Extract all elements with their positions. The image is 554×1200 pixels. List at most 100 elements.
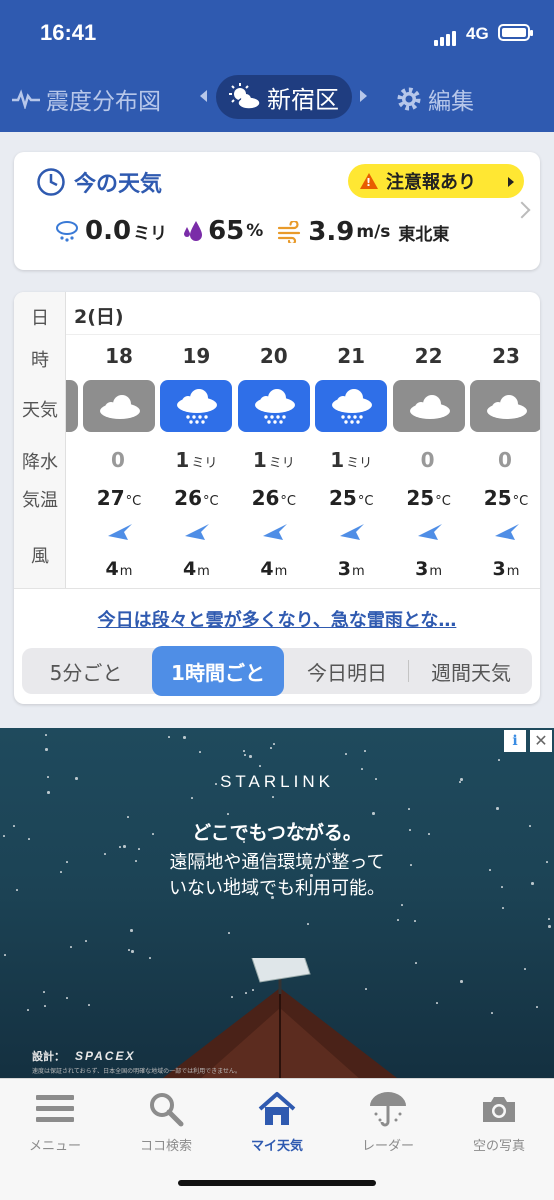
star — [307, 923, 309, 925]
star — [496, 807, 499, 810]
edit-label: 編集 — [428, 89, 474, 115]
seismic-map-label: 震度分布図 — [46, 89, 161, 115]
tab-today-tomorrow[interactable]: 今日明日 — [286, 648, 408, 694]
tab-5min[interactable]: 5分ごと — [22, 648, 150, 694]
star — [128, 949, 130, 951]
hourly-forecast-card: 日 時 天気 降水 気温 風 2(日) 18 0 27°C 4m 19 1 ミリ 26°C 4m… — [14, 292, 540, 704]
label-day: 日 — [31, 308, 49, 329]
wind-arrow-icon — [183, 520, 211, 546]
star — [4, 954, 6, 956]
star — [27, 1009, 29, 1011]
precip-value: 1 ミリ — [330, 448, 373, 472]
current-weather-card[interactable]: 今の天気 注意報あり 0.0ミリ 65% — [14, 152, 540, 270]
star — [460, 980, 463, 983]
wind-speed: 3m — [492, 558, 520, 580]
hour-label: 22 — [414, 344, 443, 368]
temp-value: 25°C — [483, 486, 529, 510]
seismic-map-button[interactable]: 震度分布図 — [12, 82, 161, 116]
battery-icon — [498, 24, 533, 41]
home-indicator — [178, 1180, 376, 1186]
tab-menu[interactable]: メニュー — [0, 1087, 110, 1154]
rain-icon — [160, 380, 233, 432]
droplets-icon — [184, 221, 203, 241]
wind-speed: 4m — [260, 558, 288, 580]
star — [491, 1012, 493, 1014]
ad-headline: どこでもつながる。 — [192, 822, 362, 844]
star — [123, 845, 126, 848]
star — [536, 1006, 538, 1008]
star — [273, 743, 275, 745]
precip-value: 0 — [420, 448, 435, 472]
location-selector[interactable]: 新宿区 — [216, 75, 352, 119]
label-hour: 時 — [31, 350, 49, 371]
alert-badge[interactable]: 注意報あり — [348, 164, 524, 198]
location-name: 新宿区 — [267, 85, 339, 114]
wind-arrow-icon — [106, 520, 134, 546]
tab-sky-photo[interactable]: 空の写真 — [444, 1087, 554, 1154]
star — [66, 997, 68, 999]
rain-cloud-icon — [56, 221, 78, 242]
star — [228, 932, 230, 934]
ad-info-icon[interactable]: i — [504, 730, 526, 752]
caret-right-icon — [508, 177, 514, 187]
edit-button[interactable]: 編集 — [396, 82, 474, 116]
tab-search[interactable]: ココ検索 — [111, 1087, 221, 1154]
search-icon — [111, 1087, 221, 1131]
hour-label: 23 — [492, 344, 520, 368]
star — [45, 748, 48, 751]
starlink-ad[interactable]: i ✕ STARLINK どこでもつながる。 遠隔地や通信環境が整って いない地… — [0, 728, 554, 1078]
roof-dish-image — [163, 958, 397, 1078]
clock-icon — [37, 168, 65, 196]
star — [227, 813, 229, 815]
alert-label: 注意報あり — [386, 172, 476, 193]
warning-icon — [360, 173, 378, 189]
wind-arrow-icon — [261, 520, 289, 546]
cloud-tile-partial — [66, 380, 78, 432]
star — [168, 736, 170, 738]
tab-weekly[interactable]: 週間天気 — [410, 648, 532, 694]
precip-value: 1 ミリ — [175, 448, 218, 472]
star — [130, 929, 133, 932]
current-weather-title: 今の天気 — [36, 166, 162, 198]
prev-location-icon[interactable] — [200, 90, 207, 102]
star — [408, 808, 410, 810]
star — [502, 907, 504, 909]
star — [243, 750, 245, 752]
precip-value: 0 — [498, 448, 512, 472]
precip-value: 0 — [111, 448, 125, 472]
network-label: 4G — [466, 24, 489, 43]
home-icon — [222, 1087, 332, 1131]
wind-stat: 3.9 m/s 東北東 — [277, 217, 449, 247]
temp-value: 26°C — [251, 486, 296, 510]
star — [43, 991, 45, 993]
star — [415, 962, 417, 964]
temp-value: 25°C — [406, 486, 451, 510]
star — [259, 765, 261, 767]
wind-icon — [278, 221, 301, 243]
ad-close-icon[interactable]: ✕ — [530, 730, 552, 752]
hour-label: 21 — [337, 344, 366, 368]
tab-radar[interactable]: レーダー — [333, 1087, 443, 1154]
star — [524, 968, 526, 970]
wind-speed: 4m — [182, 558, 210, 580]
star — [191, 797, 193, 799]
temp-value: 25°C — [328, 486, 374, 510]
star — [345, 753, 347, 755]
gear-icon — [397, 87, 421, 111]
star — [548, 918, 550, 920]
label-wind: 風 — [31, 546, 49, 567]
star — [436, 1002, 438, 1004]
pulse-icon — [12, 89, 40, 109]
interval-segmented-control: 5分ごと 1時間ごと 今日明日 週間天気 — [22, 646, 532, 696]
star — [88, 1004, 90, 1006]
wind-arrow-icon — [493, 520, 521, 546]
cloud-icon — [392, 380, 465, 432]
forecast-summary-link[interactable]: 今日は段々と雲が多くなり、急な雷雨とな… — [14, 606, 540, 632]
next-location-icon[interactable] — [360, 90, 367, 102]
tab-my-weather[interactable]: マイ天気 — [222, 1087, 332, 1154]
star — [401, 904, 403, 906]
ad-design-credit: 設計： SPACEX — [32, 1049, 136, 1063]
star — [414, 920, 416, 922]
tab-hourly[interactable]: 1時間ごと — [152, 646, 284, 696]
star — [244, 754, 246, 756]
